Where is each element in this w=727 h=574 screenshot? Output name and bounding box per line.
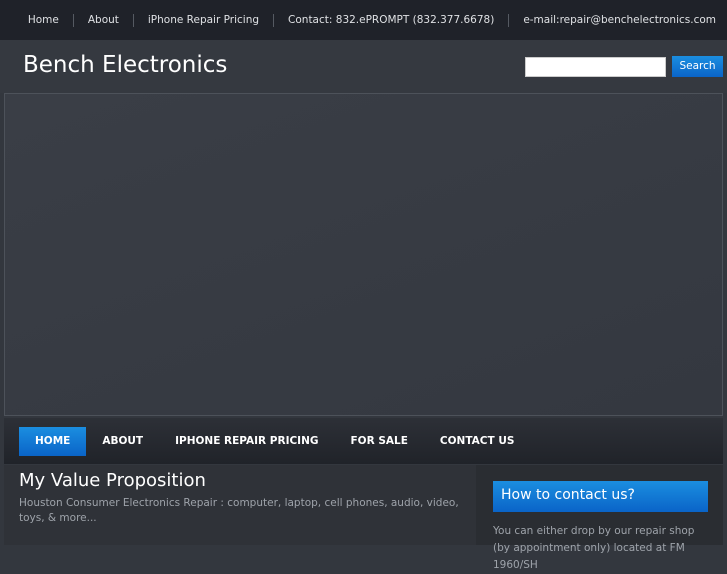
site-header: Bench Electronics Search	[0, 40, 727, 93]
banner-slider	[4, 93, 723, 416]
nav-contact-us[interactable]: CONTACT US	[424, 427, 531, 456]
top-link-email[interactable]: e-mail:repair@benchelectronics.com	[509, 14, 716, 26]
site-title[interactable]: Bench Electronics	[23, 52, 227, 78]
nav-home[interactable]: HOME	[19, 426, 87, 456]
page-title: My Value Proposition	[19, 470, 206, 491]
nav-about[interactable]: ABOUT	[86, 427, 159, 456]
nav-iphone-repair-pricing[interactable]: IPHONE REPAIR PRICING	[159, 427, 334, 456]
nav-for-sale[interactable]: FOR SALE	[335, 427, 424, 456]
search-button[interactable]: Search	[672, 56, 723, 77]
top-link-home[interactable]: Home	[14, 14, 73, 26]
widget-text: You can either drop by our repair shop (…	[493, 525, 695, 571]
top-link-about[interactable]: About	[74, 14, 133, 26]
top-bar: Home About iPhone Repair Pricing Contact…	[0, 0, 727, 40]
search-input[interactable]	[525, 57, 666, 77]
main-nav: HOME ABOUT IPHONE REPAIR PRICING FOR SAL…	[4, 418, 723, 464]
sidebar: How to contact us? You can either drop b…	[476, 465, 723, 571]
intro-text: Houston Consumer Electronics Repair : co…	[19, 497, 459, 524]
top-link-iphone-pricing[interactable]: iPhone Repair Pricing	[134, 14, 273, 26]
top-link-contact[interactable]: Contact: 832.ePROMPT (832.377.6678)	[274, 14, 508, 26]
widget-title: How to contact us?	[493, 481, 708, 512]
main-content: My Value Proposition Houston Consumer El…	[4, 465, 476, 545]
